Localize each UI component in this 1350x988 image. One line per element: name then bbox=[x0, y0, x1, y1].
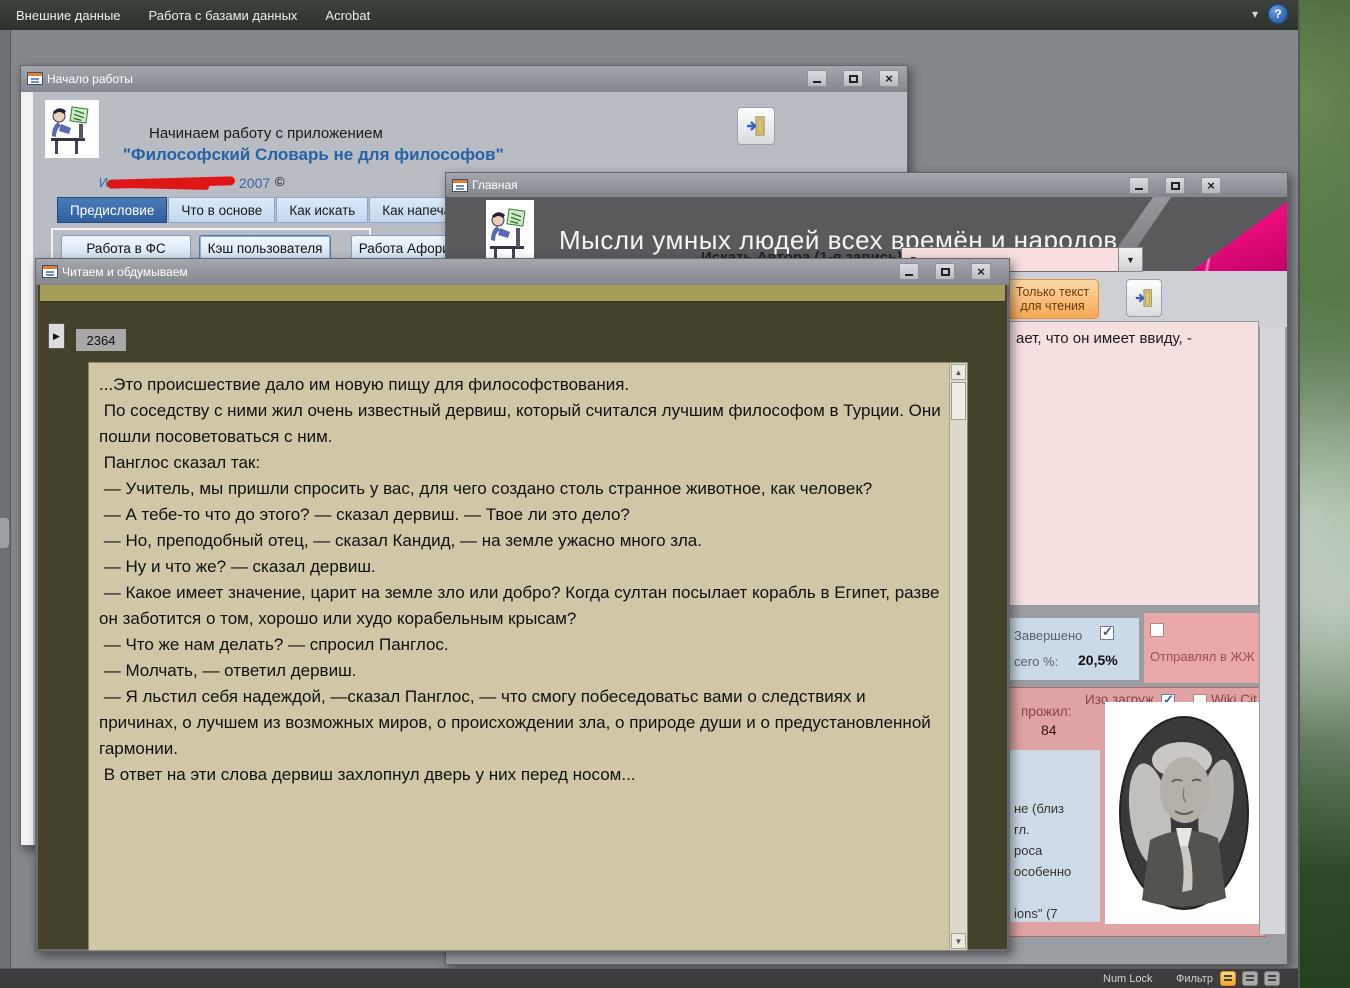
tab-basis[interactable]: Что в основе bbox=[168, 197, 275, 223]
main-title: Главная bbox=[472, 178, 518, 192]
navigation-pane-collapsed[interactable] bbox=[0, 30, 11, 968]
form-view-icon[interactable] bbox=[1220, 971, 1236, 986]
scroll-up-icon[interactable]: ▲ bbox=[951, 364, 966, 380]
screen: Внешние данные Работа с базами данных Ac… bbox=[0, 0, 1350, 988]
tab-how-to-search[interactable]: Как искать bbox=[276, 197, 368, 223]
start-title: Начало работы bbox=[47, 72, 133, 86]
voltaire-portrait bbox=[1105, 702, 1263, 924]
record-selector[interactable]: ▶ bbox=[48, 323, 65, 349]
app-title-text: "Философский Словарь не для философов" bbox=[123, 145, 504, 165]
completed-panel: Завершено сего %: 20,5% bbox=[1006, 618, 1139, 680]
start-intro-text: Начинаем работу с приложением bbox=[149, 125, 383, 142]
help-button[interactable]: ? bbox=[1268, 4, 1288, 24]
start-tab-strip: Предисловие Что в основе Как искать Как … bbox=[57, 197, 491, 223]
workspace: Начало работы × bbox=[0, 30, 1298, 968]
combo-dropdown-button[interactable]: ▼ bbox=[1118, 247, 1143, 272]
comment-textbox[interactable]: ает, что он имеет ввиду, - bbox=[1009, 321, 1259, 606]
datasheet-view-icon[interactable] bbox=[1242, 971, 1258, 986]
author-info-panel: Изо загруж Wiki Cit прожил: 84 не (близ … bbox=[1004, 687, 1266, 937]
main-right-scroll-area[interactable] bbox=[1259, 327, 1285, 934]
reader-header-strip bbox=[40, 285, 1005, 302]
status-bar: Num Lock Фильтр bbox=[0, 968, 1298, 988]
reader-body: ▶ 2364 ...Это происшествие дало им новую… bbox=[36, 285, 1009, 951]
red-scribble-2 bbox=[129, 182, 209, 190]
close-button[interactable]: × bbox=[1201, 177, 1221, 194]
form-icon bbox=[42, 265, 58, 278]
minimize-button[interactable] bbox=[899, 263, 919, 280]
ribbon-tab-external-data[interactable]: Внешние данные bbox=[2, 2, 135, 29]
close-button[interactable]: × bbox=[879, 70, 899, 87]
numlock-indicator: Num Lock bbox=[1103, 973, 1153, 985]
completed-checkbox[interactable] bbox=[1100, 626, 1114, 640]
text-scrollbar[interactable]: ▲ ▼ bbox=[949, 363, 967, 950]
design-view-icon[interactable] bbox=[1264, 971, 1280, 986]
exit-door-button[interactable] bbox=[1126, 279, 1162, 317]
main-titlebar[interactable]: Главная × bbox=[446, 173, 1287, 197]
percent-value: 20,5% bbox=[1078, 652, 1118, 668]
scrollbar-thumb[interactable] bbox=[951, 382, 966, 420]
navigation-pane-handle[interactable] bbox=[0, 518, 9, 548]
year-text: 2007 bbox=[239, 175, 270, 191]
completed-label: Завершено bbox=[1014, 628, 1082, 643]
minimize-button[interactable] bbox=[1129, 177, 1149, 194]
sent-lj-checkbox[interactable] bbox=[1150, 623, 1164, 637]
start-titlebar[interactable]: Начало работы × bbox=[21, 66, 907, 92]
window-reader: Читаем и обдумываем × ▶ 2364 ...Это прои… bbox=[35, 258, 1010, 952]
copyright-icon: © bbox=[275, 174, 285, 189]
exit-door-button[interactable] bbox=[737, 107, 775, 145]
ribbon-tab-database-tools[interactable]: Работа с базами данных bbox=[135, 2, 312, 29]
form-icon bbox=[27, 72, 43, 85]
access-app-window: Внешние данные Работа с базами данных Ac… bbox=[0, 0, 1300, 988]
percent-label: сего %: bbox=[1014, 654, 1058, 669]
maximize-button[interactable] bbox=[1165, 177, 1185, 194]
lived-label: прожил: bbox=[1021, 704, 1071, 719]
filter-indicator: Фильтр bbox=[1176, 973, 1213, 985]
tab-preface[interactable]: Предисловие bbox=[57, 197, 167, 223]
form-icon bbox=[452, 179, 468, 192]
reader-title: Читаем и обдумываем bbox=[62, 265, 188, 279]
scroll-down-icon[interactable]: ▼ bbox=[951, 933, 966, 949]
ribbon-bar: Внешние данные Работа с базами данных Ac… bbox=[0, 0, 1298, 30]
read-only-text-button[interactable]: Только текст для чтения bbox=[1006, 279, 1099, 319]
reader-titlebar[interactable]: Читаем и обдумываем × bbox=[36, 259, 1009, 285]
philosopher-cartoon-image bbox=[45, 100, 99, 158]
minimize-button[interactable] bbox=[807, 70, 827, 87]
close-button[interactable]: × bbox=[971, 263, 991, 280]
sent-lj-label: Отправлял в ЖЖ bbox=[1150, 649, 1255, 664]
maximize-button[interactable] bbox=[935, 263, 955, 280]
bio-fragment-textbox[interactable]: не (близ гл. роса особенно ions" (7 bbox=[1008, 750, 1100, 922]
chevron-down-icon[interactable]: ▾ bbox=[1252, 7, 1258, 21]
record-id-field[interactable]: 2364 bbox=[76, 329, 126, 351]
ribbon-tab-acrobat[interactable]: Acrobat bbox=[311, 2, 384, 29]
maximize-button[interactable] bbox=[843, 70, 863, 87]
lived-value: 84 bbox=[1041, 722, 1057, 738]
sent-lj-panel: Отправлял в ЖЖ bbox=[1144, 613, 1266, 683]
aphorism-textbox[interactable]: ...Это происшествие дало им новую пищу д… bbox=[88, 362, 968, 951]
